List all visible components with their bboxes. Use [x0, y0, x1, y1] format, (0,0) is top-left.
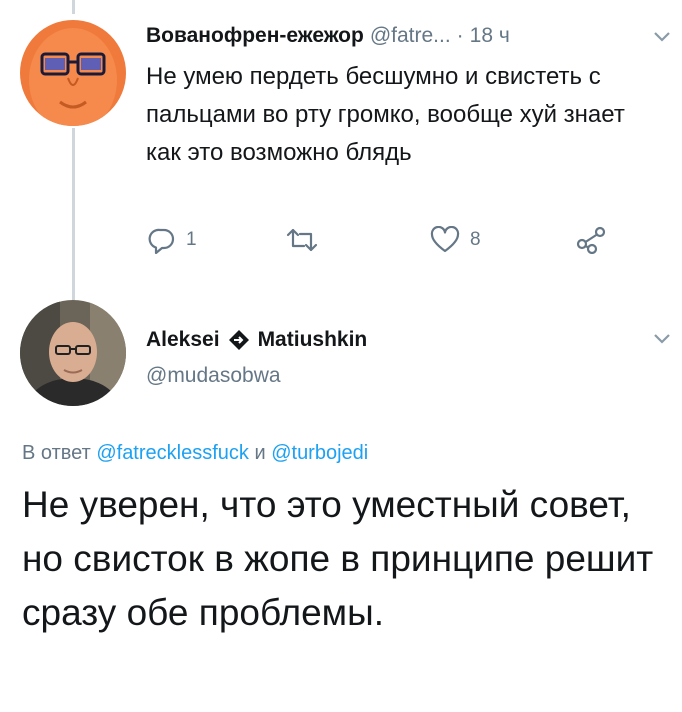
like-count: 8 [470, 229, 481, 250]
author-first-name: Aleksei [146, 328, 220, 351]
share-icon [576, 226, 606, 254]
author-last-name: Matiushkin [257, 328, 368, 351]
like-button[interactable]: 8 [430, 226, 481, 254]
tweet-reply[interactable]: Aleksei Matiushkin @mudasobwa В ответ @f… [0, 300, 682, 712]
tweet-actions: 1 8 [146, 226, 626, 262]
tweet-parent[interactable]: Вованофрен-ежежор @fatre... · 18 ч Не ум… [0, 0, 682, 300]
reply-icon [148, 228, 175, 254]
separator-dot: · [456, 24, 464, 47]
author-handle[interactable]: @mudasobwa [146, 364, 281, 388]
author-name-row[interactable]: Aleksei Matiushkin [146, 328, 367, 352]
like-icon [430, 226, 460, 253]
tweet-header: Вованофрен-ежежор @fatre... · 18 ч [146, 24, 510, 48]
avatar[interactable] [20, 300, 126, 406]
timestamp[interactable]: 18 ч [470, 24, 510, 48]
reply-context: В ответ @fatrecklessfuck и @turbojedi [22, 442, 368, 465]
avatar[interactable] [20, 20, 126, 126]
reply-conjunction: и [254, 442, 266, 464]
author-name[interactable]: Вованофрен-ежежор [146, 24, 364, 48]
reply-count: 1 [186, 229, 197, 250]
chevron-down-icon[interactable] [652, 30, 672, 44]
diamond-icon [228, 330, 249, 350]
retweet-icon [286, 228, 318, 252]
tweet-text: Не умею пердеть бесшумно и свистеть с па… [146, 63, 625, 166]
reply-button[interactable]: 1 [148, 226, 197, 254]
reply-user-link[interactable]: @turbojedi [271, 442, 368, 464]
retweet-button[interactable] [286, 226, 328, 254]
author-handle[interactable]: @fatre... [370, 24, 451, 48]
reply-prefix: В ответ [22, 442, 91, 464]
tweet-text: Не уверен, что это уместный совет, но св… [22, 484, 654, 633]
chevron-down-icon[interactable] [652, 332, 672, 346]
share-button[interactable] [576, 226, 606, 254]
reply-user-link[interactable]: @fatrecklessfuck [96, 442, 249, 464]
